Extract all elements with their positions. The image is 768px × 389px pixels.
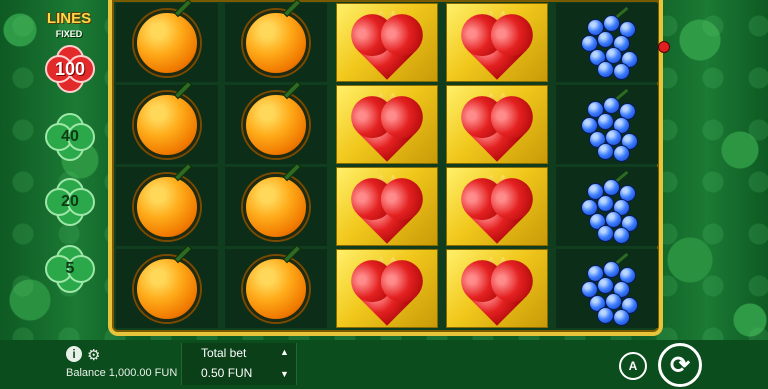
lines-option-label: 40 [61,128,79,145]
reel-cell [116,249,218,328]
info-icon[interactable]: i [66,346,82,362]
ladybug-icon [658,41,670,53]
reel-cell [225,249,327,328]
orange-icon [243,9,309,76]
reel-cell [556,167,658,246]
total-bet-value: 0.50 FUN [201,366,253,380]
lines-option-label: 20 [61,193,79,210]
reel-cell [116,167,218,246]
reel-column [444,3,550,329]
autoplay-label: A [628,359,638,373]
reel-cell [446,85,548,164]
crowned-heart-icon [357,10,417,80]
reel-cell [225,167,327,246]
lines-option-20[interactable]: 20 [44,177,96,227]
autoplay-button[interactable]: A [619,352,647,380]
crowned-heart-icon [357,256,417,326]
bet-decrease-button[interactable]: ▼ [280,369,289,379]
lines-option-5[interactable]: 5 [44,244,96,294]
crowned-heart-icon [467,10,527,80]
lines-option-label: 100 [54,58,86,79]
reel-cell [116,85,218,164]
orange-icon [243,91,309,158]
lines-option-40[interactable]: 40 [44,112,96,162]
reel-cell [446,167,548,246]
reel-column [223,3,329,329]
bet-increase-button[interactable]: ▲ [280,347,289,357]
crowned-heart-icon [467,174,527,244]
crowned-heart-icon [357,92,417,162]
reel-cell [116,3,218,82]
balance-text: Balance 1,000.00 FUN [66,367,178,379]
reel-cell [446,3,548,82]
grapes-icon [577,88,638,162]
reel-cell [556,249,658,328]
crowned-heart-icon [467,256,527,326]
reel-cell [225,85,327,164]
reel-cell [225,3,327,82]
refresh-arrows-icon: ⟳ [669,351,691,379]
reel-cell [556,85,658,164]
lines-title: LINES [46,10,92,27]
spin-button[interactable]: ⟳ [658,343,702,387]
grapes-icon [577,252,638,326]
reel-cell [336,249,438,328]
reel-cell [446,249,548,328]
total-bet-label: Total bet [201,346,247,360]
orange-icon [134,173,200,240]
lines-option-100[interactable]: 100 [44,44,96,94]
reel-column [554,3,660,329]
lines-option-label: 5 [65,260,75,277]
reel-cell [556,3,658,82]
gear-icon[interactable]: ⚙ [87,346,100,364]
reel-column [334,3,440,329]
orange-icon [134,255,200,322]
reel-cell [336,85,438,164]
orange-icon [134,91,200,158]
orange-icon [134,9,200,76]
reel-cell [336,167,438,246]
reel-column [114,3,220,329]
crowned-heart-icon [357,174,417,244]
bottom-bar [0,340,768,389]
grapes-icon [577,170,638,244]
orange-icon [243,173,309,240]
reels-frame [108,0,663,336]
crowned-heart-icon [467,92,527,162]
reel-cell [336,3,438,82]
grapes-icon [577,6,638,80]
orange-icon [243,255,309,322]
lines-subtitle: FIXED [55,29,83,39]
